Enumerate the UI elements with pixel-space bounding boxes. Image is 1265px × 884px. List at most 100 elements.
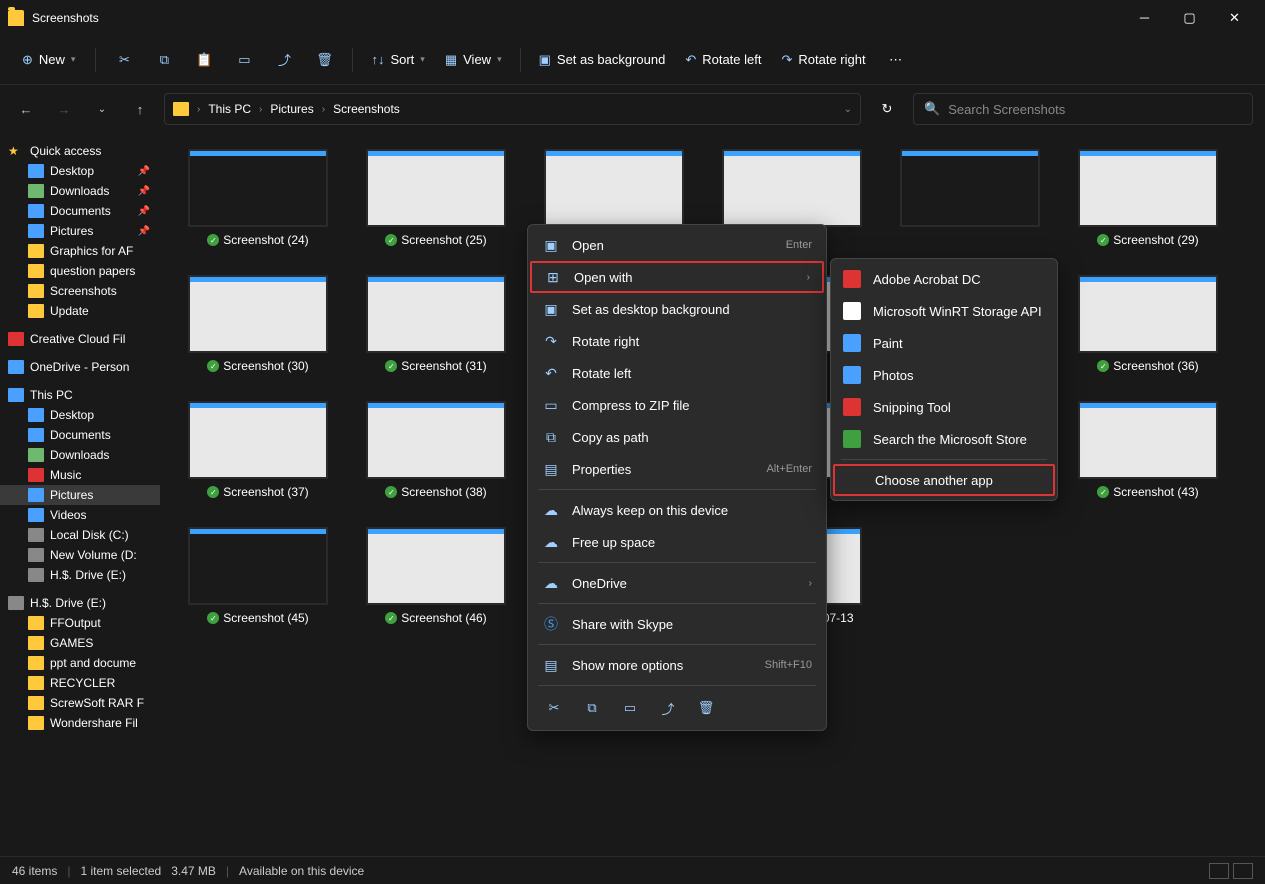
file-thumbnail[interactable]: ✓Screenshot (31)	[358, 275, 514, 373]
sidebar-onedrive[interactable]: OneDrive - Person	[0, 357, 160, 377]
sidebar: ★Quick access Desktop📌 Downloads📌 Docume…	[0, 133, 160, 856]
app-acrobat[interactable]: Adobe Acrobat DC	[831, 263, 1057, 295]
close-button[interactable]: ✕	[1212, 3, 1257, 33]
menu-share-skype[interactable]: ⓈShare with Skype	[528, 608, 826, 640]
maximize-button[interactable]: ▢	[1167, 3, 1212, 33]
rotleft-label: Rotate left	[702, 52, 761, 67]
thumbnails-view-button[interactable]	[1233, 863, 1253, 879]
breadcrumb[interactable]: › This PC › Pictures › Screenshots ⌄	[164, 93, 861, 125]
sidebar-localc[interactable]: Local Disk (C:)	[0, 525, 160, 545]
sort-button[interactable]: ↑↓ Sort ▾	[363, 52, 432, 67]
crumb-pictures[interactable]: Pictures	[270, 102, 313, 116]
file-thumbnail[interactable]: ✓Screenshot (37)	[180, 401, 336, 499]
sidebar-wondershare[interactable]: Wondershare Fil	[0, 713, 160, 733]
sidebar-games[interactable]: GAMES	[0, 633, 160, 653]
sidebar-hsdrive[interactable]: H.$. Drive (E:)	[0, 565, 160, 585]
menu-compress-zip[interactable]: ▭Compress to ZIP file	[528, 389, 826, 421]
sidebar-graphics[interactable]: Graphics for AF	[0, 241, 160, 261]
acrobat-icon	[843, 270, 861, 288]
cut-button[interactable]: ✂	[544, 698, 564, 718]
details-view-button[interactable]	[1209, 863, 1229, 879]
copy-button[interactable]: ⧉	[146, 42, 182, 78]
search-input[interactable]: 🔍 Search Screenshots	[913, 93, 1253, 125]
sidebar-music[interactable]: Music	[0, 465, 160, 485]
file-thumbnail[interactable]: ✓Screenshot (46)	[358, 527, 514, 639]
rotate-right-button[interactable]: ↷ Rotate right	[773, 52, 873, 68]
file-thumbnail[interactable]: ✓Screenshot (25)	[358, 149, 514, 247]
menu-rotate-right[interactable]: ↷Rotate right	[528, 325, 826, 357]
sidebar-newvol[interactable]: New Volume (D:	[0, 545, 160, 565]
file-thumbnail[interactable]: ✓Screenshot (29)	[1070, 149, 1226, 247]
file-thumbnail[interactable]: ✓Screenshot (36)	[1070, 275, 1226, 373]
app-paint[interactable]: Paint	[831, 327, 1057, 359]
file-thumbnail[interactable]: ✓Screenshot (30)	[180, 275, 336, 373]
minimize-button[interactable]: ─	[1122, 3, 1167, 33]
crumb-thispc[interactable]: This PC	[208, 102, 251, 116]
menu-open-with[interactable]: ⊞Open with›	[530, 261, 824, 293]
sidebar-desktop2[interactable]: Desktop	[0, 405, 160, 425]
recent-button[interactable]: ⌄	[88, 95, 116, 123]
sidebar-creative-cloud[interactable]: Creative Cloud Fil	[0, 329, 160, 349]
back-button[interactable]: ←	[12, 95, 40, 123]
sidebar-videos[interactable]: Videos	[0, 505, 160, 525]
refresh-button[interactable]: ↻	[871, 93, 903, 125]
menu-set-desktop-bg[interactable]: ▣Set as desktop background	[528, 293, 826, 325]
share-button[interactable]: ⤴	[266, 42, 302, 78]
share-button[interactable]: ⤴	[658, 698, 678, 718]
sidebar-qpapers[interactable]: question papers	[0, 261, 160, 281]
sidebar-thispc[interactable]: This PC	[0, 385, 160, 405]
new-button[interactable]: ⊕ New ▾	[12, 46, 85, 74]
sidebar-downloads2[interactable]: Downloads	[0, 445, 160, 465]
menu-copy-path[interactable]: ⧉Copy as path	[528, 421, 826, 453]
choose-another-app[interactable]: Choose another app	[833, 464, 1055, 496]
delete-button[interactable]: 🗑	[306, 42, 342, 78]
app-photos[interactable]: Photos	[831, 359, 1057, 391]
menu-keep-on-device[interactable]: ☁Always keep on this device	[528, 494, 826, 526]
file-thumbnail[interactable]: ✓Screenshot (38)	[358, 401, 514, 499]
delete-button[interactable]: 🗑	[696, 698, 716, 718]
menu-show-more[interactable]: ▤Show more optionsShift+F10	[528, 649, 826, 681]
rotate-left-button[interactable]: ↶ Rotate left	[677, 52, 769, 68]
app-store[interactable]: Search the Microsoft Store	[831, 423, 1057, 455]
menu-open[interactable]: ▣OpenEnter	[528, 229, 826, 261]
sidebar-documents[interactable]: Documents📌	[0, 201, 160, 221]
sidebar-documents2[interactable]: Documents	[0, 425, 160, 445]
forward-button[interactable]: →	[50, 95, 78, 123]
crumb-screenshots[interactable]: Screenshots	[333, 102, 400, 116]
menu-properties[interactable]: ▤PropertiesAlt+Enter	[528, 453, 826, 485]
file-thumbnail[interactable]	[892, 149, 1048, 247]
sync-icon: ✓	[1097, 360, 1109, 372]
sidebar-pictures2[interactable]: Pictures	[0, 485, 160, 505]
sidebar-downloads[interactable]: Downloads📌	[0, 181, 160, 201]
sidebar-ffoutput[interactable]: FFOutput	[0, 613, 160, 633]
sidebar-ppt[interactable]: ppt and docume	[0, 653, 160, 673]
sidebar-update[interactable]: Update	[0, 301, 160, 321]
sidebar-quick-access[interactable]: ★Quick access	[0, 141, 160, 161]
view-button[interactable]: ▦ View ▾	[437, 52, 510, 68]
sidebar-pictures[interactable]: Pictures📌	[0, 221, 160, 241]
thumbnail-label: ✓Screenshot (25)	[385, 233, 486, 247]
menu-onedrive[interactable]: ☁OneDrive›	[528, 567, 826, 599]
up-button[interactable]: ↑	[126, 95, 154, 123]
set-background-button[interactable]: ▣ Set as background	[531, 52, 674, 68]
chevron-down-icon[interactable]: ⌄	[844, 104, 852, 115]
file-thumbnail[interactable]: ✓Screenshot (24)	[180, 149, 336, 247]
sidebar-hsdrive2[interactable]: H.$. Drive (E:)	[0, 593, 160, 613]
sidebar-screwsoft[interactable]: ScrewSoft RAR F	[0, 693, 160, 713]
cut-button[interactable]: ✂	[106, 42, 142, 78]
rename-button[interactable]: ▭	[226, 42, 262, 78]
app-snipping[interactable]: Snipping Tool	[831, 391, 1057, 423]
app-winrt[interactable]: Microsoft WinRT Storage API	[831, 295, 1057, 327]
sidebar-recycler[interactable]: RECYCLER	[0, 673, 160, 693]
sidebar-screenshots[interactable]: Screenshots	[0, 281, 160, 301]
menu-rotate-left[interactable]: ↶Rotate left	[528, 357, 826, 389]
menu-free-space[interactable]: ☁Free up space	[528, 526, 826, 558]
copy-button[interactable]: ⧉	[582, 698, 602, 718]
more-button[interactable]: ⋯	[878, 42, 914, 78]
paste-button[interactable]: 📋	[186, 42, 222, 78]
file-thumbnail[interactable]: ✓Screenshot (43)	[1070, 401, 1226, 499]
file-thumbnail[interactable]: ✓Screenshot (45)	[180, 527, 336, 639]
rename-button[interactable]: ▭	[620, 698, 640, 718]
rotright-label: Rotate right	[798, 52, 865, 67]
sidebar-desktop[interactable]: Desktop📌	[0, 161, 160, 181]
